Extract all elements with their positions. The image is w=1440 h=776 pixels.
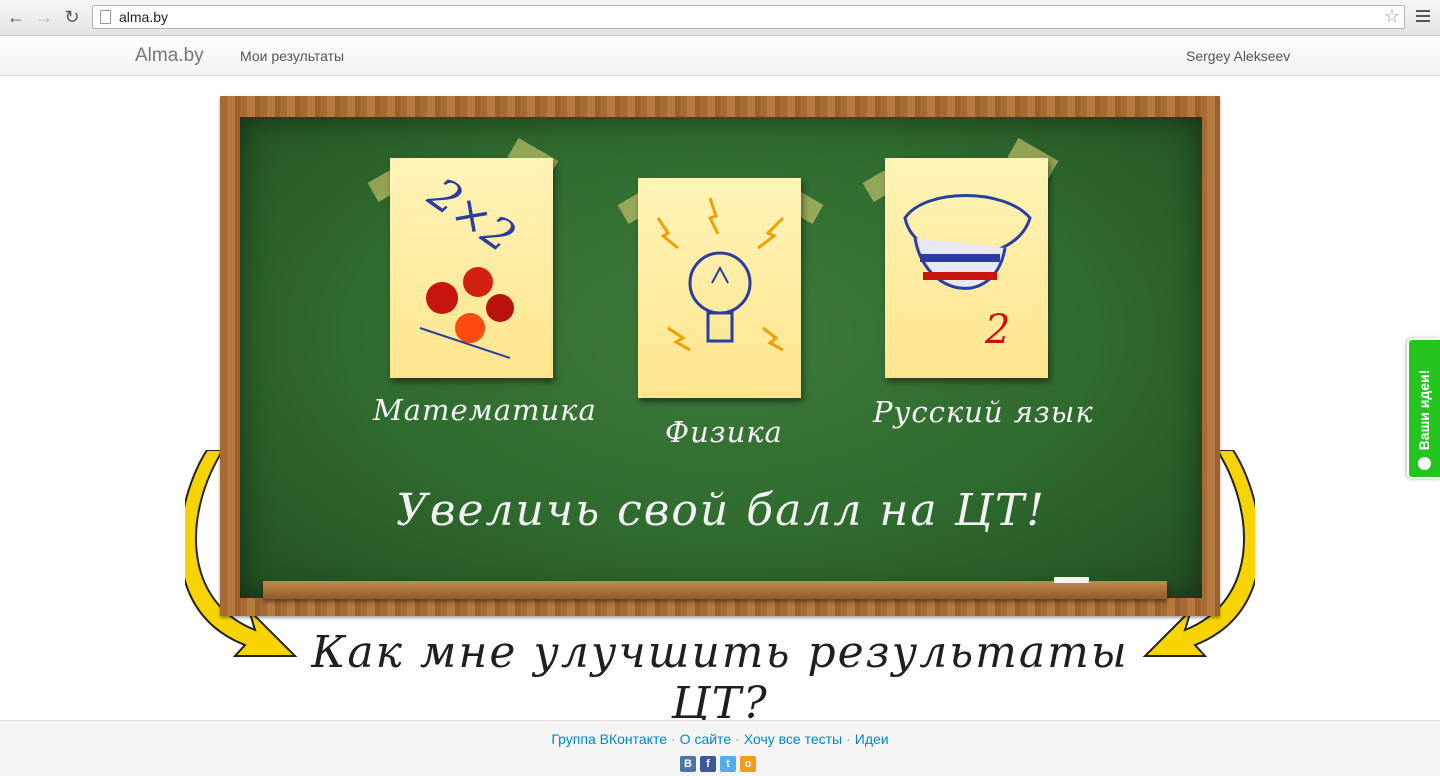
bookmark-star-icon[interactable]: ☆ xyxy=(1384,6,1400,27)
vk-share-icon[interactable]: В xyxy=(680,756,696,772)
url-text: alma.by xyxy=(119,9,169,25)
footer-link-ideas[interactable]: Идеи xyxy=(855,731,889,747)
forward-button[interactable]: → xyxy=(34,7,54,27)
subject-label-russian[interactable]: Русский язык xyxy=(873,395,1094,429)
odnoklassniki-share-icon[interactable]: о xyxy=(740,756,756,772)
apples-2x2-icon: 2×2 xyxy=(418,167,524,359)
back-button[interactable]: ← xyxy=(6,7,26,27)
reload-button[interactable]: ↻ xyxy=(62,7,82,27)
user-menu[interactable]: Sergey Alekseev xyxy=(1186,48,1290,64)
facebook-share-icon[interactable]: f xyxy=(700,756,716,772)
footer-link-about[interactable]: О сайте xyxy=(680,731,731,747)
svg-text:2×2: 2×2 xyxy=(418,167,524,263)
footer-link-all-tests[interactable]: Хочу все тесты xyxy=(744,731,842,747)
svg-text:2: 2 xyxy=(984,307,1010,353)
address-bar[interactable]: alma.by ☆ xyxy=(92,5,1405,29)
subject-label-math[interactable]: Математика xyxy=(373,393,597,427)
lightbulb-icon xyxy=(1418,457,1431,470)
brand-link[interactable]: Alma.by xyxy=(135,45,204,67)
my-results-link[interactable]: Мои результаты xyxy=(240,48,344,64)
chalk-piece xyxy=(1054,577,1089,583)
ideas-feedback-tab[interactable]: Ваши идеи! xyxy=(1407,338,1440,479)
menu-icon[interactable] xyxy=(1416,10,1430,24)
ideas-tab-label: Ваши идеи! xyxy=(1416,369,1432,451)
slogan: Увеличь свой балл на ЦТ! xyxy=(396,485,1046,536)
footer: Группа ВКонтакте · О сайте · Хочу все тесты ·… xyxy=(0,720,1440,776)
footer-link-vk-group[interactable]: Группа ВКонтакте xyxy=(551,731,667,747)
site-navbar: Alma.by Мои результаты Sergey Alekseev xyxy=(0,36,1440,76)
tongue-icon: 2 xyxy=(903,194,1032,353)
lightbulb-icon xyxy=(656,197,785,352)
chalkboard-ledge xyxy=(263,581,1167,599)
hero-section: 2×2 Математика Физика 2 Русский язык Уве… xyxy=(0,0,1440,776)
page-icon xyxy=(100,10,111,24)
improve-results-link[interactable]: Как мне улучшить результаты ЦТ? xyxy=(300,627,1140,729)
subject-label-physics[interactable]: Физика xyxy=(665,415,783,449)
twitter-share-icon[interactable]: t xyxy=(720,756,736,772)
browser-toolbar: ← → ↻ alma.by ☆ xyxy=(0,0,1440,36)
